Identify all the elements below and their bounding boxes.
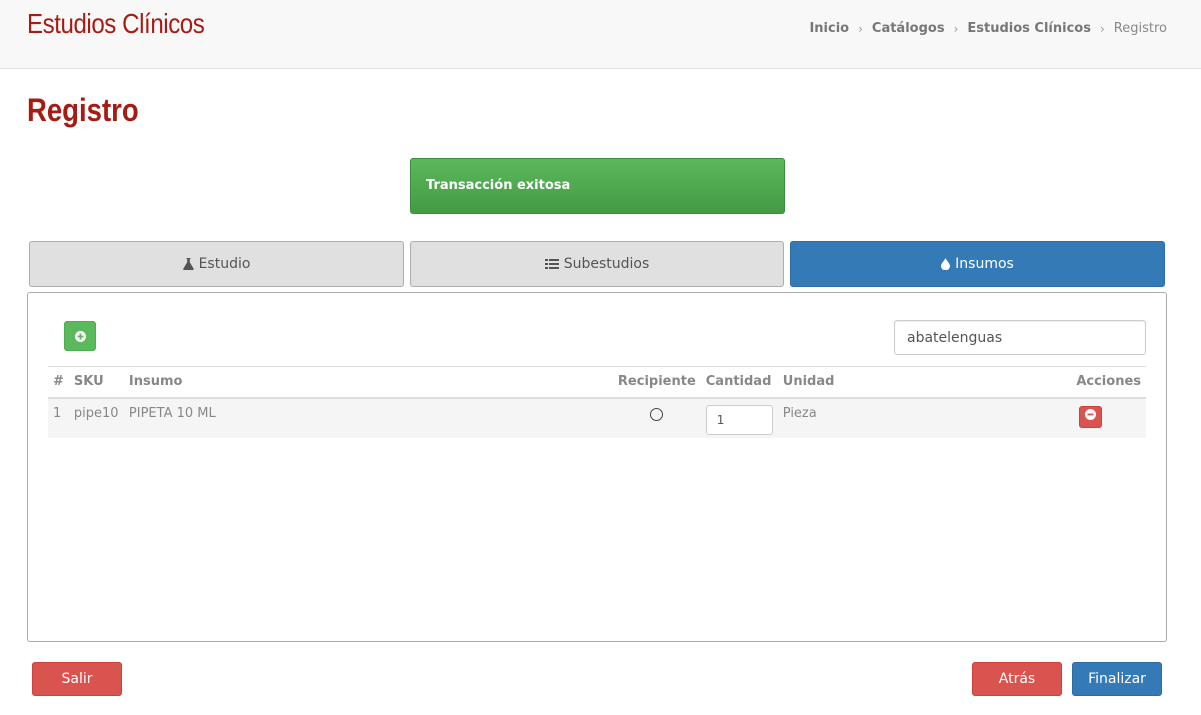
breadcrumb-catalogos[interactable]: Catálogos [872,21,945,36]
minus-circle-icon [1085,409,1096,424]
tint-icon [941,258,951,270]
page-title: Registro [27,92,139,128]
tab-label: Estudio [198,256,251,272]
cell-num: 1 [53,405,62,421]
breadcrumb-registro: Registro [1113,21,1167,36]
chevron-right-icon: › [953,21,959,36]
tab-label: Subestudios [563,256,650,272]
tab-insumos[interactable]: Insumos [790,241,1165,287]
salir-button[interactable]: Salir [32,662,122,696]
column-header-sku: SKU [68,366,124,399]
breadcrumb: Inicio › Catálogos › Estudios Clínicos ›… [809,21,1167,36]
cell-acciones [1068,398,1146,438]
cell-cantidad [701,398,778,438]
remove-insumo-button[interactable] [1079,405,1102,428]
cell-insumo: PIPETA 10 ML [128,405,216,421]
finalizar-button[interactable]: Finalizar [1072,662,1162,696]
column-header-unidad: Unidad [777,366,1068,399]
cantidad-input[interactable] [705,404,773,435]
breadcrumb-estudios-clinicos[interactable]: Estudios Clínicos [967,21,1091,36]
insumos-table: # SKU Insumo Recipiente Cantidad Unidad … [48,366,1146,438]
flask-icon [182,258,194,270]
tab-label: Insumos [955,256,1014,272]
breadcrumb-inicio[interactable]: Inicio [809,21,849,36]
top-header: Estudios Clínicos Inicio › Catálogos › E… [0,0,1201,69]
column-header-recipiente: Recipiente [612,366,701,399]
search-input[interactable] [894,320,1146,355]
cell-recipiente [613,398,701,438]
insumos-panel: # SKU Insumo Recipiente Cantidad Unidad … [27,292,1167,642]
tab-subestudios[interactable]: Subestudios [410,241,784,287]
column-header-num: # [48,366,69,399]
add-insumo-button[interactable] [64,321,96,351]
chevron-right-icon: › [858,21,863,36]
alert-message: Transacción exitosa [426,178,571,193]
cell-sku: pipe10 [73,405,119,421]
column-header-insumo: Insumo [123,366,613,399]
success-alert: Transacción exitosa [410,158,785,214]
cell-unidad: Pieza [782,405,817,421]
recipiente-radio[interactable] [650,407,664,421]
app-title: Estudios Clínicos [27,8,205,39]
chevron-right-icon: › [1099,21,1105,36]
column-header-cantidad: Cantidad [700,366,778,399]
table-header-row: # SKU Insumo Recipiente Cantidad Unidad … [48,366,1146,399]
tab-estudio[interactable]: Estudio [29,241,404,287]
list-icon [544,258,559,270]
table-row: 1 pipe10 PIPETA 10 ML Pieza [48,397,1146,438]
column-header-acciones: Acciones [1067,366,1146,399]
plus-circle-icon [74,327,86,346]
atras-button[interactable]: Atrás [972,662,1062,696]
